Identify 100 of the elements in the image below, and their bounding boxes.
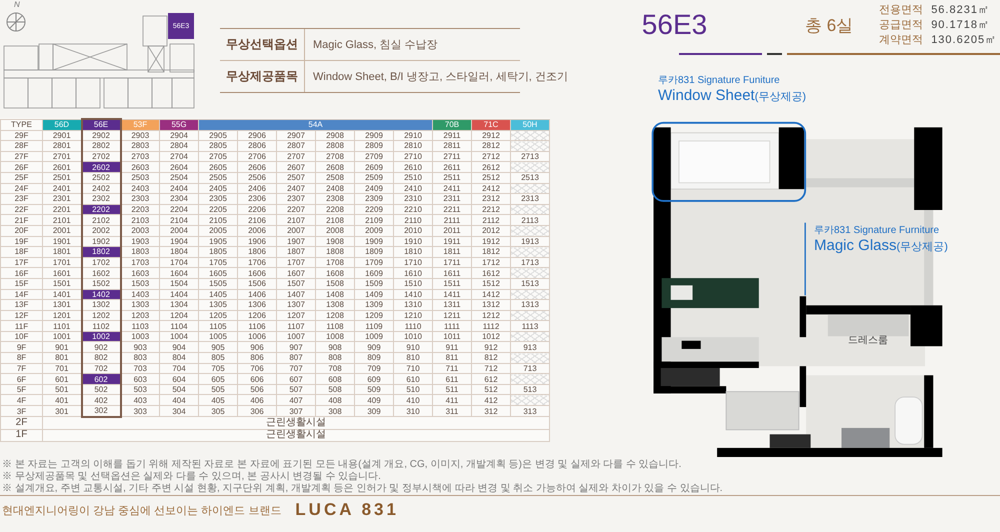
unit-cell: 1901 <box>42 236 82 247</box>
unit-cell: 2503 <box>120 172 160 184</box>
unit-cell: 2712 <box>472 151 510 162</box>
unit-cell: 2305 <box>198 194 238 204</box>
area-label: 계약면적 <box>879 33 924 47</box>
unit-cell: 1606 <box>238 268 276 278</box>
unit-cell: 1611 <box>432 268 472 278</box>
unit-cell: 2906 <box>238 130 276 141</box>
unit-cell: 2502 <box>82 172 120 184</box>
unit-cell: 608 <box>316 374 354 384</box>
unit-cell: 1711 <box>432 257 472 268</box>
unit-cell: 1412 <box>472 289 510 300</box>
unit-cell: 1509 <box>354 278 394 289</box>
unit-cell: 1908 <box>316 236 354 247</box>
floor-cell: 3F <box>0 406 42 417</box>
unit-cell: 1312 <box>472 300 510 310</box>
unit-cell: 402 <box>82 394 120 406</box>
hatched-cell <box>510 162 550 172</box>
unit-cell: 2306 <box>238 194 276 204</box>
unit-cell: 301 <box>42 406 82 417</box>
unit-cell: 2209 <box>354 204 394 215</box>
unit-cell: 507 <box>276 384 316 395</box>
label-subtitle: 루카831 Signature Furniture <box>814 224 940 237</box>
unit-cell: 1504 <box>160 278 198 289</box>
unit-cell: 1405 <box>198 289 238 300</box>
unit-cell: 709 <box>354 363 394 374</box>
unit-cell: 1810 <box>394 246 432 258</box>
unit-cell: 2412 <box>472 183 510 194</box>
unit-cell: 405 <box>198 394 238 406</box>
unit-cell: 2210 <box>394 204 432 215</box>
unit-cell: 2709 <box>354 151 394 162</box>
unit-cell: 803 <box>120 352 160 364</box>
type-header: 71C <box>472 119 510 130</box>
unit-cell: 1107 <box>276 320 316 332</box>
unit-cell: 1307 <box>276 300 316 310</box>
unit-cell: 1003 <box>120 331 160 342</box>
floor-cell: 12F <box>0 310 42 321</box>
unit-cell: 909 <box>354 342 394 353</box>
unit-cell: 2510 <box>394 172 432 184</box>
unit-cell: 2112 <box>472 214 510 226</box>
unit-cell: 1303 <box>120 300 160 310</box>
unit-cell: 2812 <box>472 140 510 152</box>
hatched-cell <box>510 268 550 278</box>
unit-cell: 1501 <box>42 278 82 289</box>
unit-cell: 1202 <box>82 310 120 321</box>
unit-cell: 2111 <box>432 214 472 226</box>
hatched-cell <box>510 204 550 215</box>
unit-cell: 1603 <box>120 268 160 278</box>
floor-cell: 8F <box>0 352 42 364</box>
unit-cell: 2611 <box>432 162 472 172</box>
unit-cell: 911 <box>432 342 472 353</box>
unit-cell: 509 <box>354 384 394 395</box>
unit-cell: 2908 <box>316 130 354 141</box>
unit-cell: 706 <box>238 363 276 374</box>
unit-cell: 1308 <box>316 300 354 310</box>
hatched-cell <box>510 225 550 236</box>
unit-cell: 304 <box>160 406 198 417</box>
unit-cell: 1909 <box>354 236 394 247</box>
unit-cell: 1610 <box>394 268 432 278</box>
unit-cell: 2711 <box>432 151 472 162</box>
unit-cell: 406 <box>238 394 276 406</box>
unit-cell: 1101 <box>42 320 82 332</box>
unit-cell: 1302 <box>82 300 120 310</box>
unit-cell: 2607 <box>276 162 316 172</box>
unit-cell: 2007 <box>276 225 316 236</box>
type-header: 56D <box>42 119 82 130</box>
unit-cell: 313 <box>510 406 550 417</box>
unit-cell: 1111 <box>432 320 472 332</box>
option-label: 무상선택옵션 <box>220 29 305 60</box>
unit-cell: 811 <box>432 352 472 364</box>
floor-cell: 11F <box>0 320 42 332</box>
unit-cell: 1108 <box>316 320 354 332</box>
unit-cell: 306 <box>238 406 276 417</box>
label-subtitle: 루카831 Signature Funiture <box>658 74 781 87</box>
unit-cell: 1609 <box>354 268 394 278</box>
unit-cell: 808 <box>316 352 354 364</box>
unit-cell: 1410 <box>394 289 432 300</box>
unit-cell: 1406 <box>238 289 276 300</box>
unit-cell: 2313 <box>510 194 550 204</box>
unit-cell: 1301 <box>42 300 82 310</box>
unit-cell: 2308 <box>316 194 354 204</box>
unit-cell: 504 <box>160 384 198 395</box>
label-title: Magic Glass(무상제공) <box>814 237 948 254</box>
unit-cell: 1208 <box>316 310 354 321</box>
unit-cell: 1311 <box>432 300 472 310</box>
unit-cell: 1903 <box>120 236 160 247</box>
type-header: 55G <box>160 119 198 130</box>
floor-cell: 23F <box>0 194 42 204</box>
unit-cell: 412 <box>472 394 510 406</box>
unit-cell: 2903 <box>120 130 160 141</box>
unit-cell: 1408 <box>316 289 354 300</box>
unit-cell: 2606 <box>238 162 276 172</box>
unit-cell: 2802 <box>82 140 120 152</box>
unit-cell: 604 <box>160 374 198 384</box>
unit-cell: 2105 <box>198 214 238 226</box>
unit-cell: 1204 <box>160 310 198 321</box>
unit-cell: 2301 <box>42 194 82 204</box>
unit-cell: 307 <box>276 406 316 417</box>
unit-cell: 611 <box>432 374 472 384</box>
unit-cell: 503 <box>120 384 160 395</box>
